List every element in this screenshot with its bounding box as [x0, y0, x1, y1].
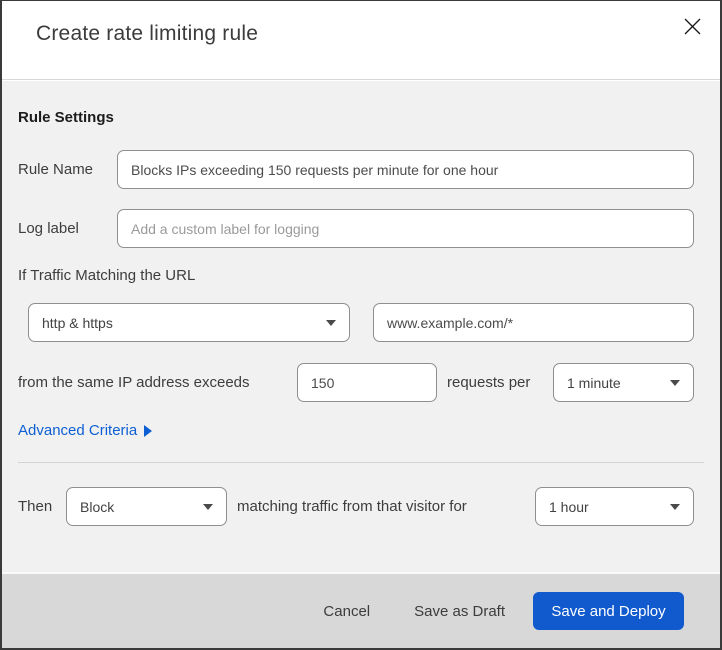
close-icon: [684, 18, 701, 40]
scheme-select[interactable]: http & https: [28, 303, 350, 342]
dialog-title: Create rate limiting rule: [36, 22, 259, 45]
log-label-input[interactable]: [117, 209, 694, 248]
chevron-down-icon: [670, 379, 680, 386]
cancel-button[interactable]: Cancel: [323, 603, 370, 620]
period-select-value: 1 minute: [567, 374, 621, 391]
dialog-header: Create rate limiting rule: [2, 1, 720, 80]
chevron-down-icon: [670, 503, 680, 510]
advanced-criteria-label: Advanced Criteria: [18, 422, 138, 439]
action-select[interactable]: Block: [66, 487, 227, 526]
scheme-select-value: http & https: [42, 314, 113, 331]
duration-select[interactable]: 1 hour: [535, 487, 694, 526]
advanced-criteria-link[interactable]: Advanced Criteria: [18, 422, 153, 439]
requests-per-text: requests per: [447, 374, 531, 391]
save-as-draft-button[interactable]: Save as Draft: [414, 603, 505, 620]
close-button[interactable]: [678, 15, 706, 43]
save-and-deploy-button[interactable]: Save and Deploy: [533, 592, 684, 630]
rule-settings-heading: Rule Settings: [18, 109, 114, 126]
threshold-prefix-text: from the same IP address exceeds: [18, 374, 250, 391]
requests-count-input[interactable]: [297, 363, 437, 402]
duration-select-value: 1 hour: [549, 498, 589, 515]
create-rate-limiting-rule-dialog: Create rate limiting rule Rule Settings …: [0, 0, 722, 650]
log-label-label: Log label: [18, 220, 79, 237]
matching-traffic-text: matching traffic from that visitor for: [237, 498, 467, 515]
dialog-body: Rule Settings Rule Name Log label If Tra…: [2, 81, 720, 572]
section-divider: [18, 462, 704, 463]
rule-name-label: Rule Name: [18, 161, 94, 178]
then-label: Then: [18, 498, 53, 515]
traffic-match-heading: If Traffic Matching the URL: [18, 267, 196, 284]
url-pattern-input[interactable]: [373, 303, 694, 342]
period-select[interactable]: 1 minute: [553, 363, 694, 402]
chevron-down-icon: [203, 503, 213, 510]
action-select-value: Block: [80, 498, 115, 515]
dialog-footer: Cancel Save as Draft Save and Deploy: [2, 572, 720, 648]
chevron-down-icon: [326, 319, 336, 326]
rule-name-input[interactable]: [117, 150, 694, 189]
arrow-right-icon: [144, 424, 153, 437]
